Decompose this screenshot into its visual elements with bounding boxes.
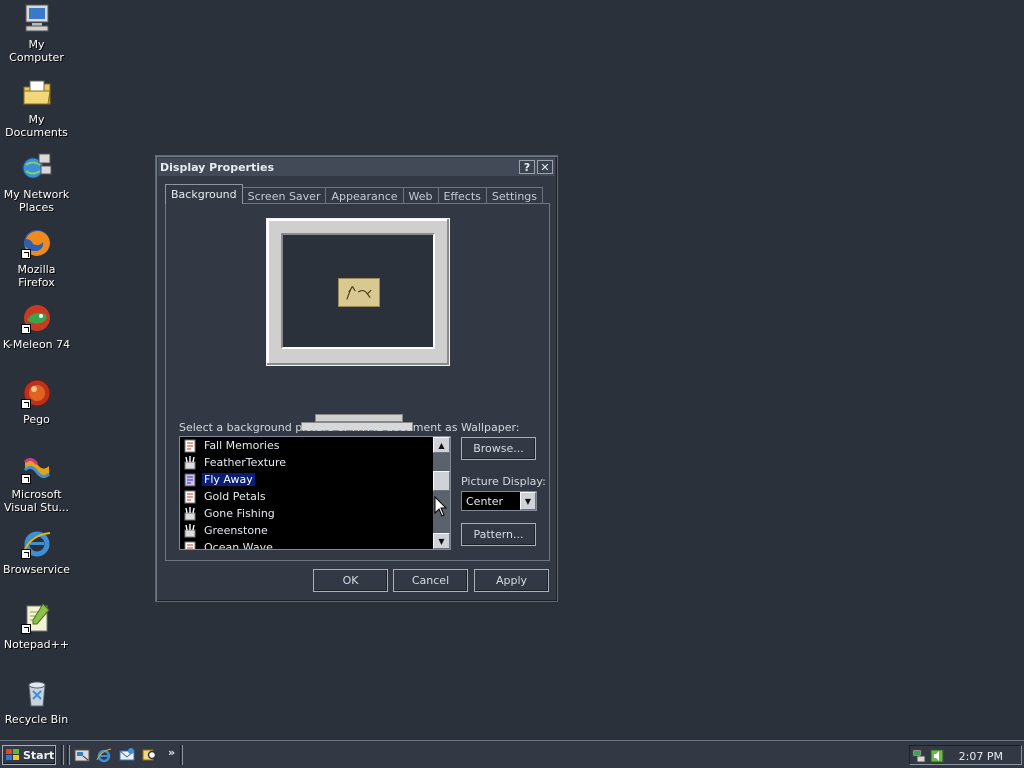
- cancel-button[interactable]: Cancel: [393, 569, 468, 592]
- dialog-title: Display Properties: [160, 160, 275, 174]
- mouse-cursor-icon: [434, 496, 448, 517]
- paint-icon: [184, 455, 196, 469]
- tab-strip: Background Screen Saver Appearance Web E…: [165, 184, 544, 204]
- network-places-icon: [21, 152, 53, 184]
- wallpaper-select-label: Select a background picture or HTML docu…: [179, 421, 520, 434]
- list-item[interactable]: FeatherTexture: [180, 454, 433, 471]
- html-doc-icon: [184, 473, 196, 486]
- desktop-icon-label: Notepad++: [3, 638, 70, 651]
- tab-effects[interactable]: Effects: [437, 187, 487, 204]
- desktop-icon-notepadpp[interactable]: Notepad++: [0, 602, 73, 651]
- computer-icon: [21, 2, 53, 34]
- taskbar-separator: [61, 745, 64, 765]
- desktop-icon-pego[interactable]: Pego: [0, 377, 73, 426]
- list-item[interactable]: Gold Petals: [180, 488, 433, 505]
- desktop-icon-recycle-bin[interactable]: Recycle Bin: [0, 677, 73, 726]
- tab-screen-saver[interactable]: Screen Saver: [241, 187, 327, 204]
- listbox-scrollbar[interactable]: ▲ ▼: [433, 437, 450, 549]
- scroll-up-icon[interactable]: ▲: [433, 437, 450, 453]
- wallpaper-preview: [338, 278, 380, 307]
- wallpaper-listbox[interactable]: Fall Memories FeatherTexture Fly Away Go…: [179, 436, 451, 550]
- desktop-icon-my-documents[interactable]: My Documents: [0, 77, 73, 139]
- show-desktop-icon[interactable]: [74, 747, 90, 763]
- search-icon[interactable]: [142, 747, 158, 763]
- apply-button[interactable]: Apply: [474, 569, 549, 592]
- tab-web[interactable]: Web: [402, 187, 439, 204]
- network-icon[interactable]: [912, 749, 926, 763]
- desktop-icon-label: Browservice: [3, 563, 70, 576]
- list-item[interactable]: Fall Memories: [180, 437, 433, 454]
- paint-icon: [184, 523, 196, 537]
- list-item[interactable]: Gone Fishing: [180, 505, 433, 522]
- pattern-button[interactable]: Pattern...: [461, 523, 536, 546]
- help-button[interactable]: ?: [519, 160, 535, 174]
- desktop-icon-my-network-places[interactable]: My Network Places: [0, 152, 73, 214]
- tab-appearance[interactable]: Appearance: [325, 187, 404, 204]
- visual-studio-icon: [20, 452, 53, 484]
- windows-flag-icon: [6, 749, 19, 760]
- recycle-bin-icon: [21, 677, 53, 709]
- scrollbar-thumb[interactable]: [433, 471, 450, 491]
- outlook-express-icon[interactable]: [119, 747, 135, 763]
- desktop-icon-label: My Network Places: [3, 188, 70, 214]
- list-item[interactable]: Greenstone: [180, 522, 433, 539]
- tab-settings[interactable]: Settings: [485, 187, 544, 204]
- list-item[interactable]: Ocean Wave: [180, 539, 433, 549]
- volume-icon[interactable]: [930, 749, 944, 763]
- desktop-icon-label: Microsoft Visual Stu...: [3, 488, 70, 514]
- start-button[interactable]: Start: [2, 745, 56, 765]
- internet-explorer-icon: [20, 527, 53, 559]
- kmeleon-icon: [20, 302, 53, 334]
- background-tab-panel: Select a background picture or HTML docu…: [165, 203, 550, 561]
- documents-folder-icon: [21, 77, 53, 109]
- internet-explorer-icon[interactable]: [96, 747, 112, 763]
- pego-icon: [20, 377, 53, 409]
- scroll-down-icon[interactable]: ▼: [433, 533, 450, 549]
- desktop-icon-label: K-Meleon 74: [2, 338, 71, 351]
- desktop-icon-label: Pego: [23, 413, 50, 426]
- system-tray: 2:07 PM: [909, 745, 1022, 765]
- notepadpp-icon: [20, 602, 53, 634]
- html-doc-icon: [184, 490, 196, 503]
- ok-button[interactable]: OK: [313, 569, 388, 592]
- desktop-icon-k-meleon[interactable]: K-Meleon 74: [0, 302, 73, 351]
- dialog-titlebar[interactable]: Display Properties ? ✕: [158, 158, 555, 176]
- taskbar: Start » 2:07 PM: [0, 740, 1024, 768]
- picture-display-label: Picture Display:: [461, 475, 546, 488]
- monitor-screen: [281, 233, 435, 349]
- display-properties-dialog: Display Properties ? ✕ Background Screen…: [155, 155, 558, 602]
- html-doc-icon: [184, 439, 196, 452]
- list-item-selected[interactable]: Fly Away: [180, 471, 433, 488]
- clock[interactable]: 2:07 PM: [959, 750, 1003, 763]
- desktop-icon-my-computer[interactable]: My Computer: [0, 2, 73, 64]
- desktop-icon-label: My Documents: [5, 113, 68, 139]
- monitor-preview: [266, 218, 450, 366]
- desktop-icon-browservice[interactable]: Browservice: [0, 527, 73, 576]
- taskbar-separator: [180, 745, 183, 765]
- paint-icon: [184, 506, 196, 520]
- tab-background[interactable]: Background: [165, 184, 243, 204]
- firefox-icon: [20, 227, 53, 259]
- desktop-icon-label: My Computer: [9, 38, 64, 64]
- html-doc-icon: [184, 541, 196, 549]
- close-button[interactable]: ✕: [537, 160, 553, 174]
- chevron-down-icon[interactable]: ▼: [520, 492, 536, 510]
- browse-button[interactable]: Browse...: [461, 437, 536, 460]
- desktop-icon-mozilla-firefox[interactable]: Mozilla Firefox: [0, 227, 73, 289]
- desktop-icon-label: Recycle Bin: [4, 713, 69, 726]
- picture-display-select[interactable]: Center ▼: [461, 491, 537, 511]
- desktop-icon-visual-studio[interactable]: Microsoft Visual Stu...: [0, 452, 73, 514]
- taskbar-grip[interactable]: [67, 745, 70, 765]
- quick-launch-more-button[interactable]: »: [168, 746, 175, 759]
- desktop-icon-label: Mozilla Firefox: [17, 263, 56, 289]
